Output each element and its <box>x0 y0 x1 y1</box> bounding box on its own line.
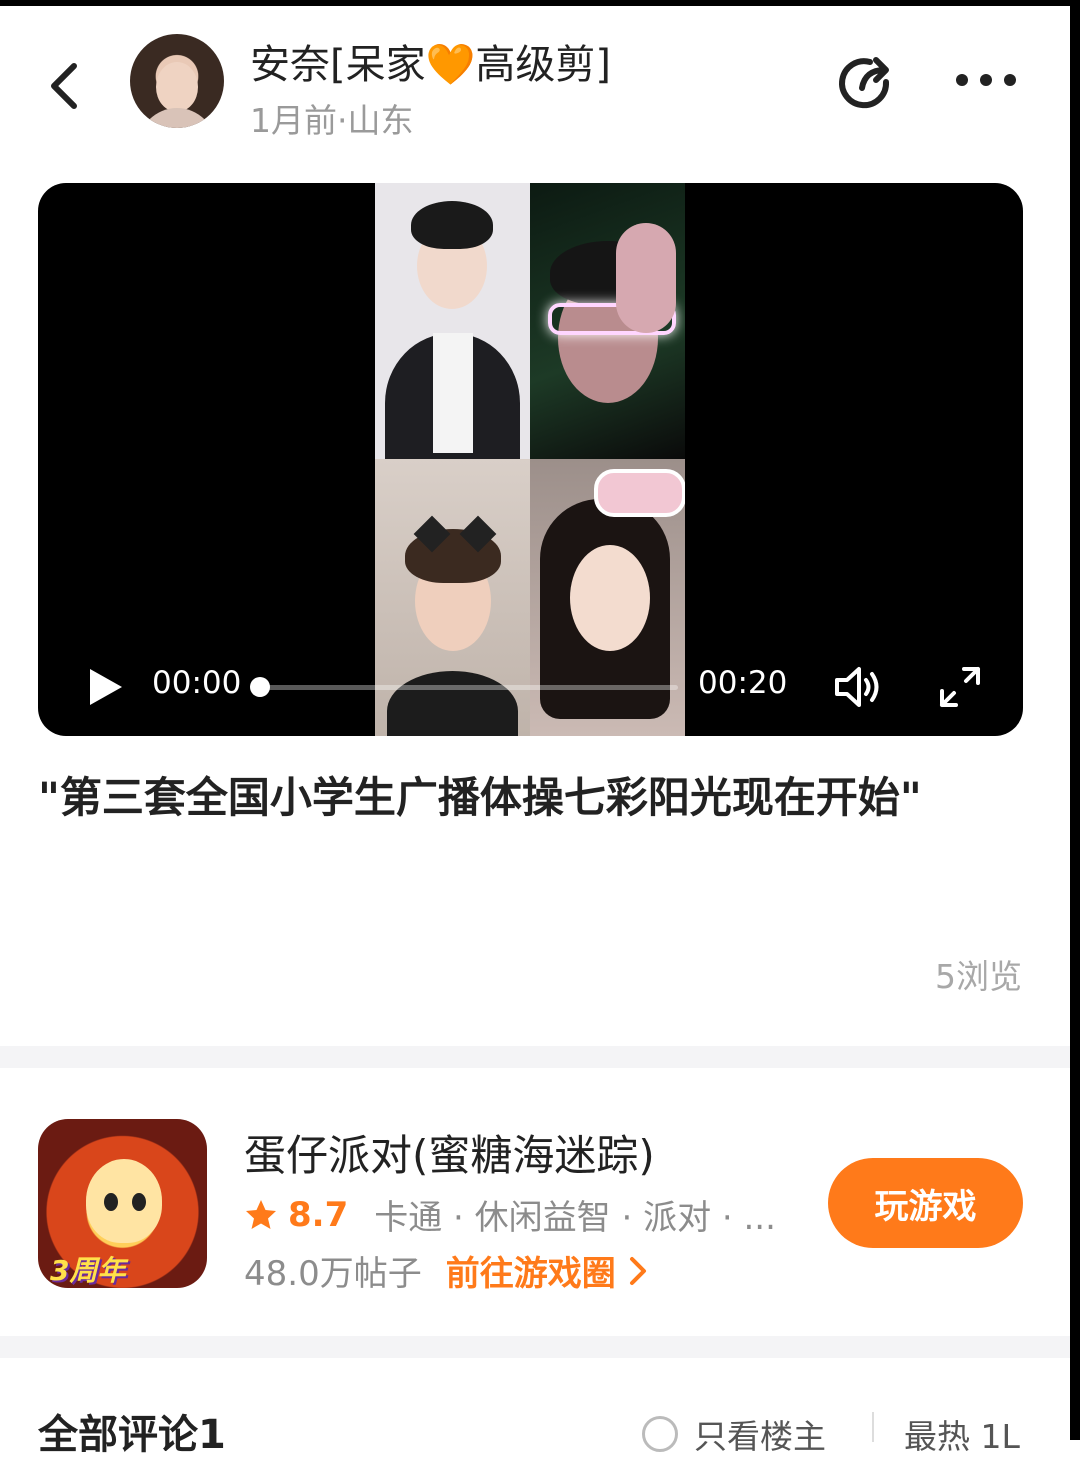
section-divider <box>0 1046 1070 1068</box>
play-game-button[interactable]: 玩游戏 <box>828 1158 1023 1248</box>
volume-icon[interactable] <box>833 665 883 709</box>
chevron-right-icon <box>629 1256 646 1285</box>
share-icon[interactable] <box>834 52 898 116</box>
back-icon[interactable] <box>40 58 96 114</box>
view-count: 5浏览 <box>935 957 1022 996</box>
game-rating: 8.7 <box>288 1194 349 1235</box>
sort-selector[interactable]: 最热 1L <box>904 1410 1020 1458</box>
more-icon[interactable] <box>950 64 1022 96</box>
comments-title: 全部评论1 <box>38 1412 226 1458</box>
video-tile-4 <box>530 459 685 736</box>
goto-game-circle-link[interactable]: 前往游戏圈 <box>446 1246 650 1295</box>
post-text: "第三套全国小学生广播体操七彩阳光现在开始" <box>38 773 922 822</box>
star-icon <box>246 1199 276 1229</box>
video-tile-2 <box>530 183 685 459</box>
game-rating-row: 8.7 卡通 · 休闲益智 · 派对 · ... <box>244 1190 776 1239</box>
game-tags: 卡通 · 休闲益智 · 派对 · ... <box>374 1198 776 1238</box>
avatar[interactable] <box>130 34 224 128</box>
screen-edge <box>1070 0 1080 1440</box>
heart-icon: 🧡 <box>425 42 476 88</box>
only-op-toggle[interactable]: 只看楼主 <box>642 1410 826 1458</box>
video-tile-3 <box>375 459 530 736</box>
progress-track[interactable] <box>258 685 678 690</box>
game-stats-row: 48.0万帖子 前往游戏圈 <box>244 1246 650 1295</box>
game-post-count: 48.0万帖子 <box>244 1254 422 1294</box>
video-tile-1 <box>375 183 530 459</box>
total-time: 00:20 <box>698 665 788 701</box>
game-title[interactable]: 蛋仔派对(蜜糖海迷踪) <box>244 1122 655 1183</box>
radio-icon[interactable] <box>642 1416 678 1452</box>
author-name[interactable]: 安奈[呆家🧡高级剪] <box>250 32 611 90</box>
post-meta: 1月前·山东 <box>250 101 414 140</box>
play-icon[interactable] <box>88 667 124 707</box>
separator <box>872 1412 874 1442</box>
progress-knob[interactable] <box>250 677 270 697</box>
game-icon[interactable]: 3周年 <box>38 1119 207 1288</box>
avatar-shirt <box>138 108 216 128</box>
status-strip <box>0 0 1070 6</box>
fullscreen-icon[interactable] <box>938 665 982 709</box>
current-time: 00:00 <box>152 665 242 701</box>
video-player[interactable]: 00:00 00:20 <box>38 183 1023 736</box>
section-divider <box>0 1336 1070 1358</box>
avatar-face <box>156 62 198 112</box>
game-icon-badge: 3周年 <box>50 1254 126 1287</box>
